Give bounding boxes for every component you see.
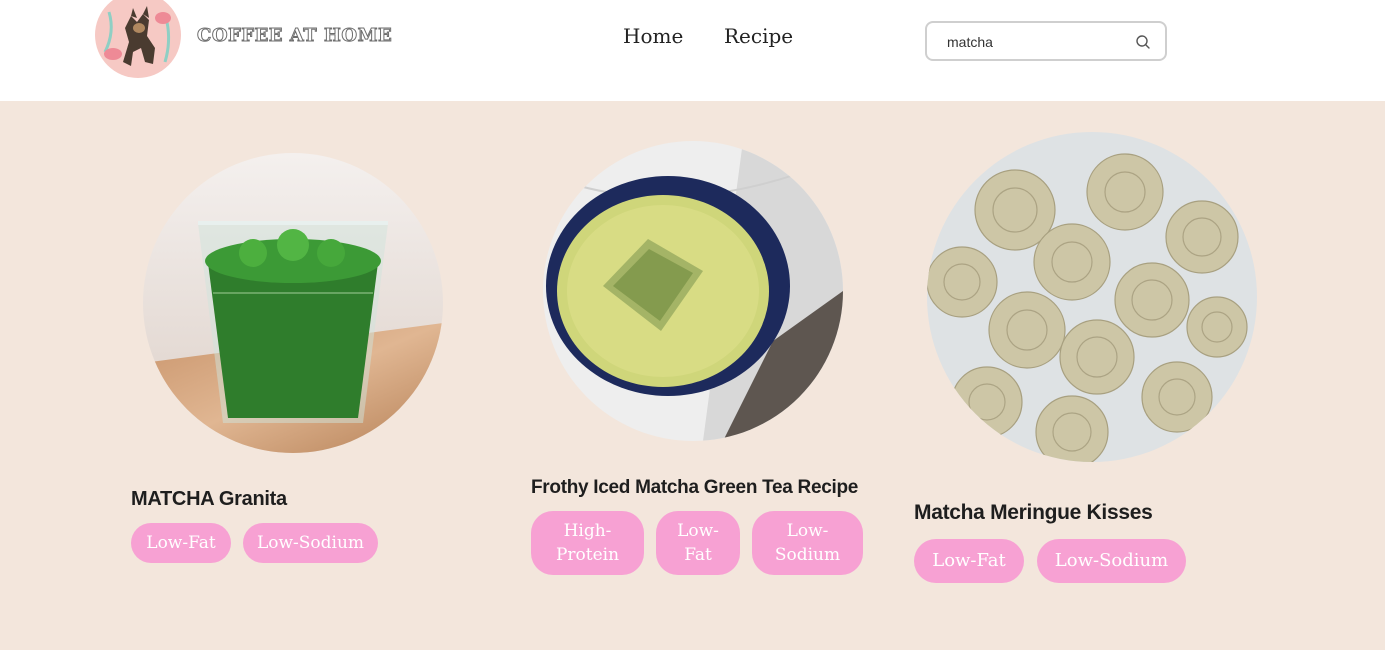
recipe-title[interactable]: Matcha Meringue Kisses	[914, 501, 1153, 525]
recipe-image[interactable]	[927, 132, 1257, 462]
nav-recipe-link[interactable]: Recipe	[724, 24, 793, 48]
tag-low-sodium[interactable]: Low-Sodium	[243, 523, 378, 563]
tag-low-fat[interactable]: Low-Fat	[656, 511, 740, 575]
tag-low-sodium[interactable]: Low-Sodium	[1037, 539, 1186, 583]
nav-home-link[interactable]: Home	[623, 24, 683, 48]
header: COFFEE AT HOME Home Recipe	[0, 0, 1385, 101]
tag-low-sodium[interactable]: Low-Sodium	[752, 511, 863, 575]
logo-icon[interactable]	[95, 0, 181, 78]
tag-low-fat[interactable]: Low-Fat	[131, 523, 231, 563]
recipe-title[interactable]: Frothy Iced Matcha Green Tea Recipe	[531, 477, 858, 499]
recipe-title[interactable]: MATCHA Granita	[131, 488, 287, 511]
dog-flamingo-logo-icon	[95, 0, 181, 78]
search-input[interactable]	[947, 32, 1127, 52]
search-box	[925, 21, 1167, 61]
search-icon[interactable]	[1135, 34, 1151, 50]
recipe-image[interactable]	[143, 153, 443, 453]
tag-high-protein[interactable]: High-Protein	[531, 511, 644, 575]
brand-name[interactable]: COFFEE AT HOME	[196, 25, 392, 47]
recipe-image[interactable]	[543, 141, 843, 441]
tag-low-fat[interactable]: Low-Fat	[914, 539, 1024, 583]
